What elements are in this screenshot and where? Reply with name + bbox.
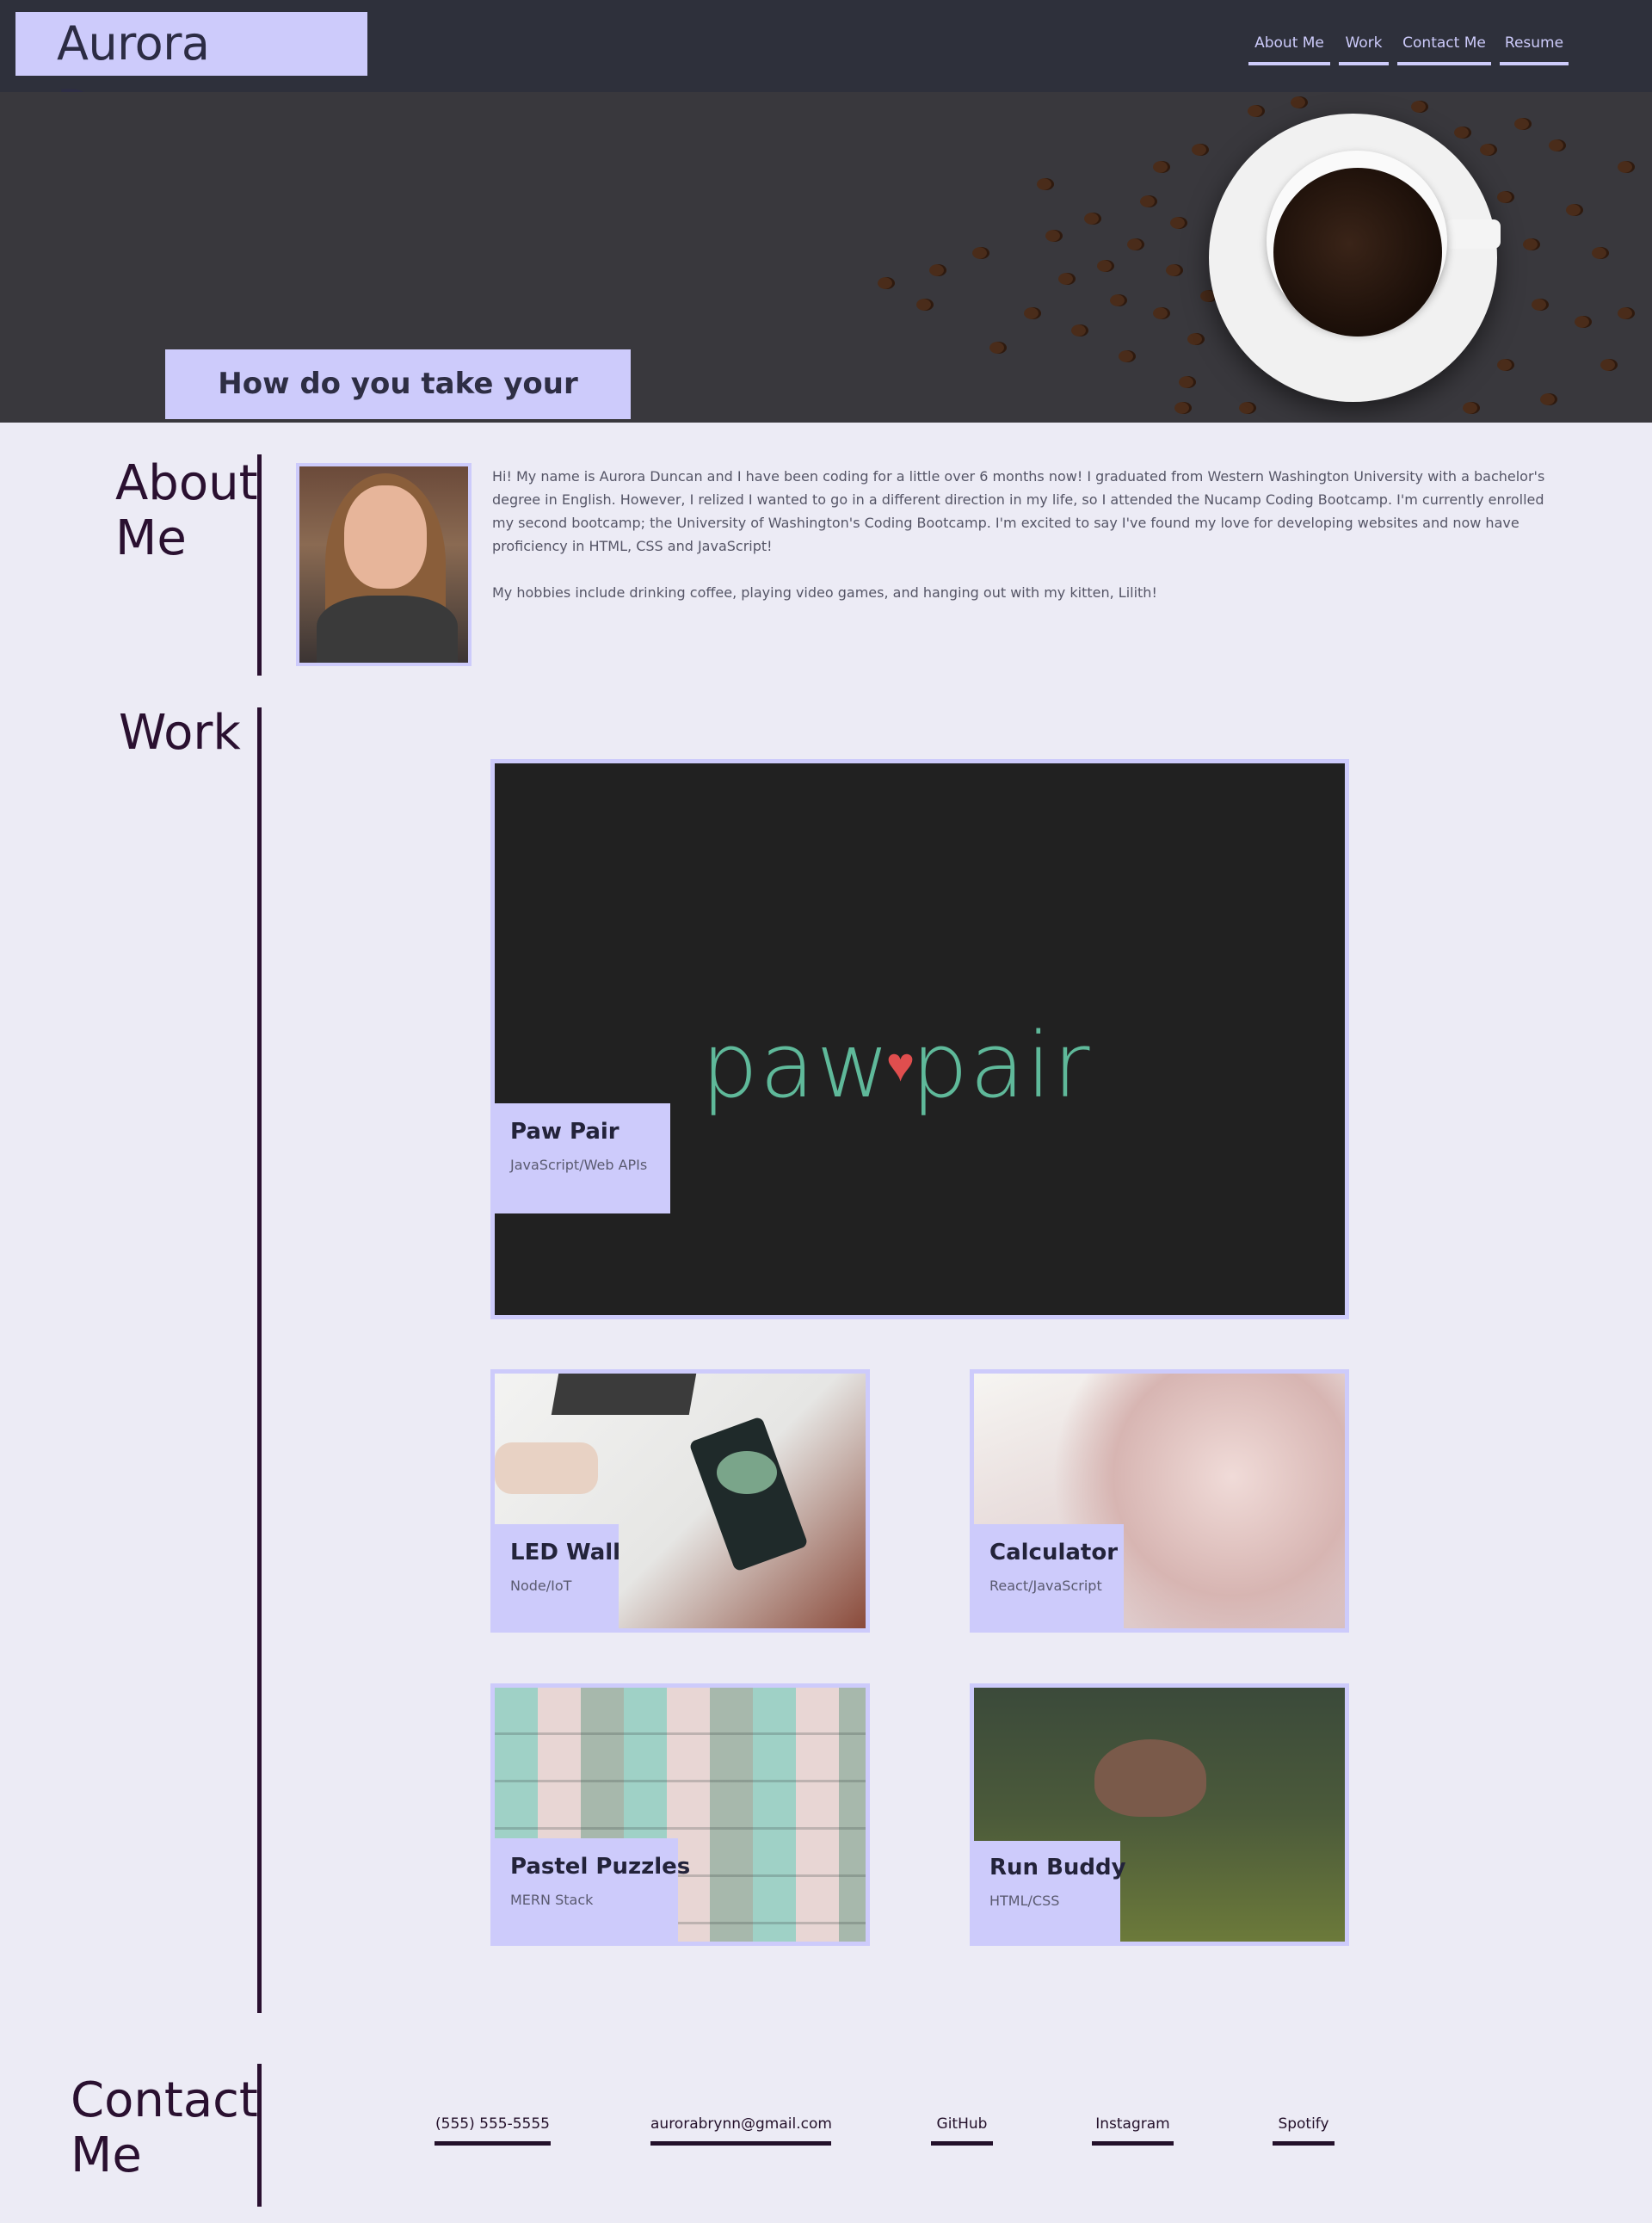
project-title: Paw Pair xyxy=(510,1119,620,1145)
contact-github[interactable]: GitHub xyxy=(931,2114,993,2146)
project-card-calculator[interactable]: Calculator React/JavaScript xyxy=(970,1369,1349,1633)
contact-phone[interactable]: (555) 555-5555 xyxy=(435,2114,551,2146)
hero-banner: How do you take your coffee? xyxy=(0,92,1652,423)
work-divider xyxy=(257,707,262,2013)
laptop-keyboard xyxy=(551,1374,697,1415)
about-paragraph-1: Hi! My name is Aurora Duncan and I have … xyxy=(492,468,1545,554)
nav-work[interactable]: Work xyxy=(1339,33,1389,65)
nav-about-me[interactable]: About Me xyxy=(1248,33,1330,65)
project-label: Pastel Puzzles MERN Stack xyxy=(495,1838,690,1942)
contact-spotify[interactable]: Spotify xyxy=(1273,2114,1335,2146)
about-paragraph-2: My hobbies include drinking coffee, play… xyxy=(492,584,1157,601)
project-card-paw-pair[interactable]: paw♥pair Paw Pair JavaScript/Web APIs xyxy=(490,759,1349,1319)
project-card-pastel-puzzles[interactable]: Pastel Puzzles MERN Stack xyxy=(490,1683,870,1946)
nav-contact-me[interactable]: Contact Me xyxy=(1397,33,1491,65)
work-title: Work xyxy=(119,705,241,761)
project-title: LED Wall xyxy=(510,1540,621,1565)
project-label: Calculator React/JavaScript xyxy=(974,1524,1124,1628)
project-tech: React/JavaScript xyxy=(989,1578,1102,1594)
project-title: Pastel Puzzles xyxy=(510,1854,691,1880)
succulent-plant xyxy=(717,1451,777,1494)
project-title: Calculator xyxy=(989,1540,1119,1565)
contact-divider xyxy=(257,2064,262,2207)
paw-pair-logo: paw♥pair xyxy=(701,1013,1092,1118)
project-tech: Node/IoT xyxy=(510,1578,572,1594)
project-tech: HTML/CSS xyxy=(989,1893,1060,1909)
contact-title: Contact Me xyxy=(71,2072,258,2183)
cup-handle xyxy=(1446,219,1501,249)
project-label: LED Wall Node/IoT xyxy=(495,1524,621,1628)
main-nav: About Me Work Contact Me Resume xyxy=(0,33,1652,67)
site-header: Aurora Duncan About Me Work Contact Me R… xyxy=(0,0,1652,134)
project-card-run-buddy[interactable]: Run Buddy HTML/CSS xyxy=(970,1683,1349,1946)
profile-photo xyxy=(296,463,472,666)
project-title: Run Buddy xyxy=(989,1855,1126,1880)
about-text: Hi! My name is Aurora Duncan and I have … xyxy=(492,465,1568,604)
notebook xyxy=(688,1416,809,1572)
project-tech: JavaScript/Web APIs xyxy=(510,1157,648,1173)
coffee-surface xyxy=(1273,168,1442,337)
about-divider xyxy=(257,454,262,676)
project-card-led-wall[interactable]: LED Wall Node/IoT xyxy=(490,1369,870,1633)
nav-resume[interactable]: Resume xyxy=(1500,33,1569,65)
arm-sleeve xyxy=(495,1442,598,1494)
project-tech: MERN Stack xyxy=(510,1892,594,1908)
contact-instagram[interactable]: Instagram xyxy=(1092,2114,1174,2146)
duckling xyxy=(1094,1739,1206,1817)
contact-email[interactable]: aurorabrynn@gmail.com xyxy=(650,2114,832,2146)
hero-tagline: How do you take your coffee? xyxy=(165,349,631,419)
project-label: Paw Pair JavaScript/Web APIs xyxy=(495,1103,670,1213)
about-title: About Me xyxy=(115,455,258,566)
project-label: Run Buddy HTML/CSS xyxy=(974,1841,1126,1942)
